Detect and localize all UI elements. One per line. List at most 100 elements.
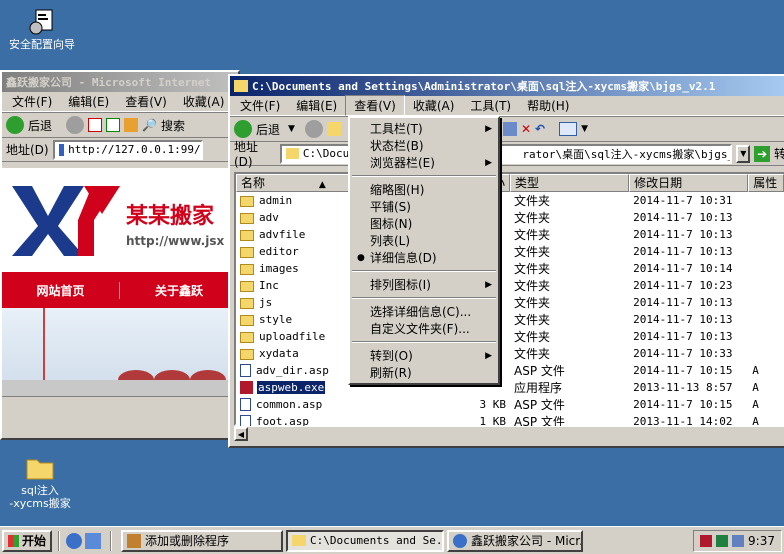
menu-view[interactable]: 查看(V) xyxy=(345,95,405,116)
file-row[interactable]: Inc 文件夹 2014-11-7 10:23 xyxy=(236,277,784,294)
up-folder-icon[interactable] xyxy=(326,122,341,136)
view-menu-item[interactable]: 缩略图(H) xyxy=(350,181,498,198)
file-row[interactable]: adv_dir.asp ASP 文件 2014-11-7 10:15 A xyxy=(236,362,784,379)
ie-search-button[interactable]: 搜索 xyxy=(161,117,185,134)
menu-file[interactable]: 文件(F) xyxy=(232,96,288,115)
file-attr: A xyxy=(752,398,759,411)
undo-icon[interactable]: ↶ xyxy=(535,122,545,136)
explorer-back-button[interactable]: 后退 xyxy=(256,121,280,138)
ie-toolbar: 后退 🔎 搜索 xyxy=(2,112,238,138)
view-menu-item[interactable]: ● 详细信息(D) xyxy=(350,249,498,266)
copy-to-icon[interactable] xyxy=(502,122,517,136)
ie-address-input[interactable]: http://127.0.0.1:99/ xyxy=(52,139,203,160)
file-type: 文件夹 xyxy=(514,262,551,276)
view-menu-item[interactable]: 平铺(S) xyxy=(350,198,498,215)
tray-app-icon[interactable] xyxy=(700,534,713,547)
file-row[interactable]: admin 文件夹 2014-11-7 10:31 xyxy=(236,192,784,209)
task-add-remove-programs[interactable]: 添加或删除程序 xyxy=(121,529,283,552)
view-menu-item[interactable]: 排列图标(I) ▶ xyxy=(350,276,498,293)
ie-page-content: 某某搬家 http://www.jsx 网站首页 关于鑫跃 xyxy=(2,168,238,396)
ie-window[interactable]: 鑫跃搬家公司 - Microsoft Internet 文件(F) 编辑(E) … xyxy=(0,70,240,440)
back-arrow-icon[interactable] xyxy=(6,116,24,134)
home-icon[interactable] xyxy=(124,118,139,132)
ie-quicklaunch-icon[interactable] xyxy=(66,532,82,549)
views-dropdown-icon[interactable]: ▼ xyxy=(581,124,588,134)
stop-icon[interactable] xyxy=(88,118,103,132)
col-type-header[interactable]: 类型 xyxy=(510,174,630,192)
views-icon[interactable] xyxy=(559,122,578,136)
file-name: advfile xyxy=(259,228,306,241)
file-row[interactable]: editor 文件夹 2014-11-7 10:13 xyxy=(236,243,784,260)
go-arrow-icon[interactable]: ➔ xyxy=(754,145,770,162)
menu-help[interactable]: 帮助(H) xyxy=(519,96,577,115)
file-type: 文件夹 xyxy=(514,330,551,344)
ie-back-button[interactable]: 后退 xyxy=(28,117,52,134)
forward-arrow-icon[interactable] xyxy=(304,120,323,138)
file-row[interactable]: style 文件夹 2014-11-7 10:13 xyxy=(236,311,784,328)
view-menu-item[interactable]: 自定义文件夹(F)... xyxy=(350,320,498,337)
task-ie[interactable]: 鑫跃搬家公司 - Micr... xyxy=(447,529,583,552)
view-menu-item[interactable]: 浏览器栏(E) ▶ xyxy=(350,154,498,171)
tray-network-icon[interactable] xyxy=(716,534,729,547)
refresh-icon[interactable] xyxy=(106,118,121,132)
file-list-header: 名称 ▲ 大小 类型 修改日期 属性 xyxy=(236,174,784,192)
view-menu-item[interactable]: 图标(N) xyxy=(350,215,498,232)
file-row[interactable]: adv 文件夹 2014-11-7 10:13 xyxy=(236,209,784,226)
file-row[interactable]: images 文件夹 2014-11-7 10:14 xyxy=(236,260,784,277)
file-name: Inc xyxy=(259,279,279,292)
view-menu-item[interactable]: 列表(L) xyxy=(350,232,498,249)
ie-title-bar[interactable]: 鑫跃搬家公司 - Microsoft Internet xyxy=(2,72,238,92)
ie-menu-file[interactable]: 文件(F) xyxy=(4,92,60,111)
tray-volume-icon[interactable] xyxy=(732,534,745,547)
ie-menu-favorites[interactable]: 收藏(A) xyxy=(175,92,233,111)
menu-favorites[interactable]: 收藏(A) xyxy=(405,96,463,115)
start-label: 开始 xyxy=(21,534,46,548)
delete-icon[interactable]: ✕ xyxy=(521,122,531,136)
file-type: 文件夹 xyxy=(514,194,551,208)
col-modified-header[interactable]: 修改日期 xyxy=(629,174,749,192)
file-name: js xyxy=(259,296,273,309)
menu-edit[interactable]: 编辑(E) xyxy=(288,96,345,115)
clock[interactable]: 9:37 xyxy=(748,534,775,548)
view-menu-item[interactable]: 转到(O) ▶ xyxy=(350,347,498,364)
file-row[interactable]: common.asp 3 KB ASP 文件 2014-11-7 10:15 A xyxy=(236,396,784,413)
explorer-window[interactable]: C:\Documents and Settings\Administrator\… xyxy=(228,74,784,448)
view-menu-item[interactable]: 状态栏(B) xyxy=(350,137,498,154)
nav-about[interactable]: 关于鑫跃 xyxy=(120,282,238,299)
file-row[interactable]: xydata 文件夹 2014-11-7 10:33 xyxy=(236,345,784,362)
search-icon[interactable]: 🔎 xyxy=(142,118,157,132)
back-dropdown-icon[interactable]: ▼ xyxy=(288,124,295,134)
ie-icon xyxy=(453,533,467,548)
ie-menu-edit[interactable]: 编辑(E) xyxy=(60,92,117,111)
ie-horizontal-scrollbar[interactable] xyxy=(2,396,238,410)
view-menu-item[interactable]: 选择详细信息(C)... xyxy=(350,303,498,320)
outlook-quicklaunch-icon[interactable] xyxy=(85,532,101,549)
forward-arrow-icon[interactable] xyxy=(66,116,85,134)
task-explorer[interactable]: C:\Documents and Se... xyxy=(286,529,444,552)
explorer-go-button[interactable]: 转 xyxy=(774,145,784,162)
view-menu-item[interactable]: 刷新(R) xyxy=(350,364,498,381)
submenu-arrow-icon: ▶ xyxy=(485,157,492,168)
file-row[interactable]: aspweb.exe 应用程序 2013-11-13 8:57 A xyxy=(236,379,784,396)
file-row[interactable]: uploadfile 文件夹 2014-11-7 10:13 xyxy=(236,328,784,345)
ie-address-bar: 地址(D) http://127.0.0.1:99/ xyxy=(2,138,238,162)
xy-logo xyxy=(12,186,120,259)
file-type: 文件夹 xyxy=(514,313,551,327)
desktop-icon-security-wizard[interactable]: 安全配置向导 xyxy=(2,6,82,51)
desktop-icon-sql-folder[interactable]: sql注入 -xycms搬家 xyxy=(0,452,80,510)
address-dropdown-icon[interactable]: ▼ xyxy=(736,144,751,163)
file-row[interactable]: advfile 文件夹 2014-11-7 10:13 xyxy=(236,226,784,243)
start-button[interactable]: 开始 xyxy=(2,529,52,552)
ie-menu-view[interactable]: 查看(V) xyxy=(117,92,175,111)
menu-tools[interactable]: 工具(T) xyxy=(462,96,519,115)
file-row[interactable]: js 文件夹 2014-11-7 10:13 xyxy=(236,294,784,311)
nav-home[interactable]: 网站首页 xyxy=(2,281,120,299)
explorer-title-bar[interactable]: C:\Documents and Settings\Administrator\… xyxy=(230,76,784,96)
scroll-left-icon[interactable]: ◀ xyxy=(234,427,248,441)
application-icon xyxy=(240,381,253,395)
col-attr-header[interactable]: 属性 xyxy=(748,174,784,192)
site-banner xyxy=(2,308,238,396)
back-arrow-icon[interactable] xyxy=(234,120,252,138)
explorer-horizontal-scrollbar[interactable]: ◀ xyxy=(234,426,784,442)
view-menu-item[interactable]: 工具栏(T) ▶ xyxy=(350,120,498,137)
